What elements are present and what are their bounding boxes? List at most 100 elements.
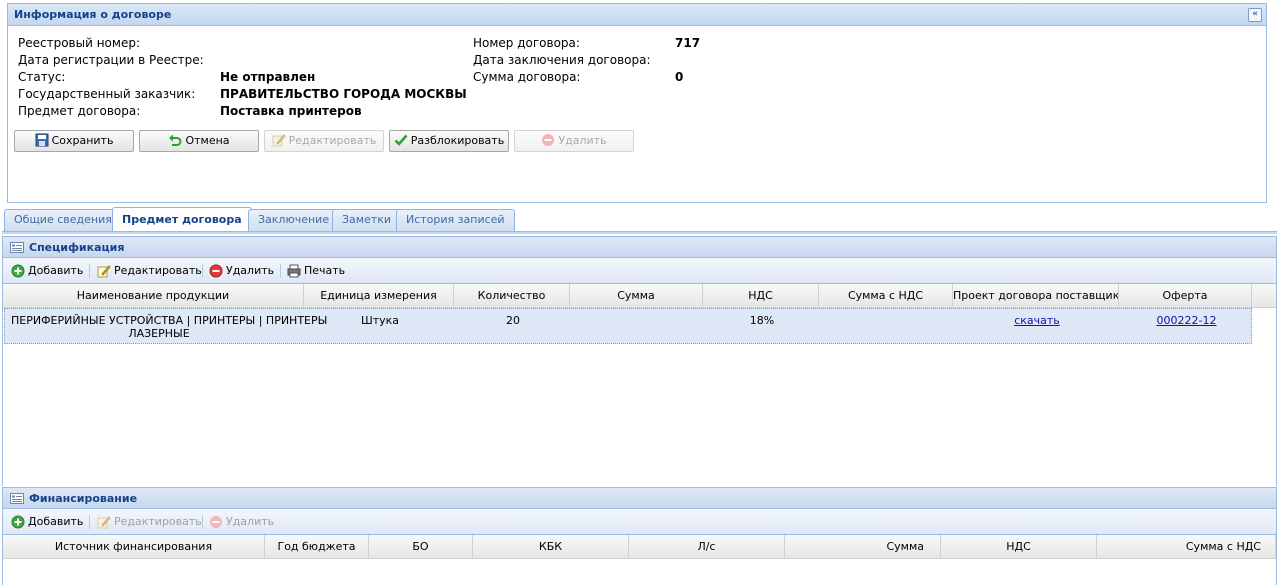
fin-edit-label: Редактировать — [114, 515, 202, 528]
column-header[interactable]: Сумма — [785, 535, 941, 559]
column-header[interactable]: НДС — [703, 284, 819, 308]
undo-icon — [169, 134, 182, 146]
column-header[interactable]: НДС — [941, 535, 1097, 559]
save-icon — [35, 133, 49, 147]
specification-panel: Спецификация Добавить Редактировать Удал… — [2, 236, 1277, 486]
spec-add-button[interactable]: Добавить — [11, 263, 83, 279]
column-header[interactable]: Количество — [454, 284, 570, 308]
column-header[interactable]: КБК — [473, 535, 629, 559]
financing-toolbar: Добавить Редактировать Удалить — [3, 509, 1276, 535]
spec-edit-button[interactable]: Редактировать — [97, 263, 202, 279]
table-row[interactable]: ПЕРИФЕРИЙНЫЕ УСТРОЙСТВА | ПРИНТЕРЫ | ПРИ… — [4, 308, 1252, 344]
specification-grid-header: Наименование продукции Единица измерения… — [3, 284, 1276, 308]
column-header[interactable]: Сумма — [570, 284, 703, 308]
financing-panel: Финансирование Добавить Редактировать Уд… — [2, 487, 1277, 585]
fin-delete-label: Удалить — [226, 515, 275, 528]
contract-info-header: Информация о договоре « — [8, 4, 1266, 26]
delete-button-label: Удалить — [558, 134, 607, 147]
unblock-button-label: Разблокировать — [410, 134, 505, 147]
contract-info-title: Информация о договоре — [14, 8, 172, 21]
edit-button-label: Редактировать — [288, 134, 377, 147]
fin-add-button[interactable]: Добавить — [11, 514, 83, 530]
column-header[interactable]: Проект договора поставщика — [953, 284, 1119, 308]
specification-grid-body: ПЕРИФЕРИЙНЫЕ УСТРОЙСТВА | ПРИНТЕРЫ | ПРИ… — [3, 308, 1276, 468]
field-label: Дата регистрации в Реестре: — [18, 53, 204, 67]
cell-product-name: ПЕРИФЕРИЙНЫЕ УСТРОЙСТВА | ПРИНТЕРЫ | ПРИ… — [11, 314, 328, 340]
tab-strip: Общие сведения Предмет договора Заключен… — [4, 207, 1277, 231]
field-value: 717 — [675, 36, 701, 50]
field-label: Государственный заказчик: — [18, 87, 196, 101]
tab-strip-border — [2, 231, 1277, 234]
spec-edit-label: Редактировать — [114, 264, 202, 277]
cell-offer: 000222-12 — [1120, 314, 1253, 327]
tab-general[interactable]: Общие сведения — [4, 209, 122, 231]
column-header[interactable]: Источник финансирования — [3, 535, 265, 559]
column-header[interactable]: Л/с — [629, 535, 785, 559]
specification-header[interactable]: Спецификация — [3, 236, 1276, 258]
cell-vat: 18% — [749, 314, 775, 327]
toolbar-separator — [202, 515, 203, 529]
add-icon — [11, 515, 25, 529]
field-value: 0 — [675, 70, 684, 84]
field-label: Статус: — [18, 70, 66, 84]
panel-icon — [10, 242, 24, 253]
cell-unit: Штука — [360, 314, 400, 327]
field-label: Реестровый номер: — [18, 36, 140, 50]
delete-icon — [542, 134, 555, 146]
column-header[interactable]: Сумма с НДС — [1097, 535, 1276, 559]
column-header[interactable]: Сумма с НДС — [819, 284, 953, 308]
field-label: Сумма договора: — [473, 70, 581, 84]
field-label: Дата заключения договора: — [473, 53, 651, 67]
tab-notes[interactable]: Заметки — [332, 209, 402, 231]
column-header[interactable]: Оферта — [1119, 284, 1252, 308]
fin-delete-button[interactable]: Удалить — [209, 514, 274, 530]
contract-info-panel: Информация о договоре « Реестровый номер… — [7, 3, 1267, 203]
financing-title: Финансирование — [29, 492, 138, 505]
tab-history[interactable]: История записей — [396, 209, 515, 231]
financing-header[interactable]: Финансирование — [3, 487, 1276, 509]
print-icon — [287, 264, 301, 278]
fin-add-label: Добавить — [28, 515, 84, 528]
save-button-label: Сохранить — [51, 134, 114, 147]
cell-supplier-draft: скачать — [954, 314, 1120, 327]
spec-delete-label: Удалить — [226, 264, 275, 277]
edit-button[interactable]: Редактировать — [264, 130, 384, 152]
edit-icon — [97, 516, 111, 529]
financing-grid-header: Источник финансирования Год бюджета БО К… — [3, 535, 1276, 559]
toolbar-separator — [89, 264, 90, 278]
check-icon — [394, 134, 408, 146]
edit-icon — [272, 134, 286, 147]
column-header[interactable]: БО — [369, 535, 473, 559]
delete-button[interactable]: Удалить — [514, 130, 634, 152]
delete-icon — [209, 264, 223, 278]
tab-contract-subject[interactable]: Предмет договора — [112, 207, 252, 231]
save-button[interactable]: Сохранить — [14, 130, 134, 152]
column-header[interactable]: Наименование продукции — [3, 284, 304, 308]
specification-toolbar: Добавить Редактировать Удалить Печать — [3, 258, 1276, 284]
cancel-button[interactable]: Отмена — [139, 130, 259, 152]
cell-quantity: 20 — [506, 314, 520, 327]
field-value: ПРАВИТЕЛЬСТВО ГОРОДА МОСКВЫ — [220, 87, 467, 101]
column-header[interactable]: Единица измерения — [304, 284, 454, 308]
fin-edit-button[interactable]: Редактировать — [97, 514, 202, 530]
toolbar-separator — [280, 264, 281, 278]
spec-print-label: Печать — [304, 264, 346, 277]
collapse-panel-button[interactable]: « — [1248, 8, 1262, 22]
field-value: Не отправлен — [220, 70, 316, 84]
field-label: Номер договора: — [473, 36, 580, 50]
unblock-button[interactable]: Разблокировать — [389, 130, 509, 152]
toolbar-separator — [89, 515, 90, 529]
download-link[interactable]: скачать — [1014, 314, 1060, 327]
spec-delete-button[interactable]: Удалить — [209, 263, 274, 279]
product-name-line: ПЕРИФЕРИЙНЫЕ УСТРОЙСТВА | ПРИНТЕРЫ | ПРИ… — [11, 314, 328, 327]
product-name-line: ЛАЗЕРНЫЕ — [128, 327, 190, 340]
field-label: Предмет договора: — [18, 104, 141, 118]
edit-icon — [97, 265, 111, 278]
column-header[interactable]: Год бюджета — [265, 535, 369, 559]
delete-icon — [210, 516, 222, 528]
tab-conclusion[interactable]: Заключение — [248, 209, 340, 231]
spec-print-button[interactable]: Печать — [287, 263, 345, 279]
add-icon — [11, 264, 25, 278]
offer-link[interactable]: 000222-12 — [1157, 314, 1217, 327]
spec-add-label: Добавить — [28, 264, 84, 277]
